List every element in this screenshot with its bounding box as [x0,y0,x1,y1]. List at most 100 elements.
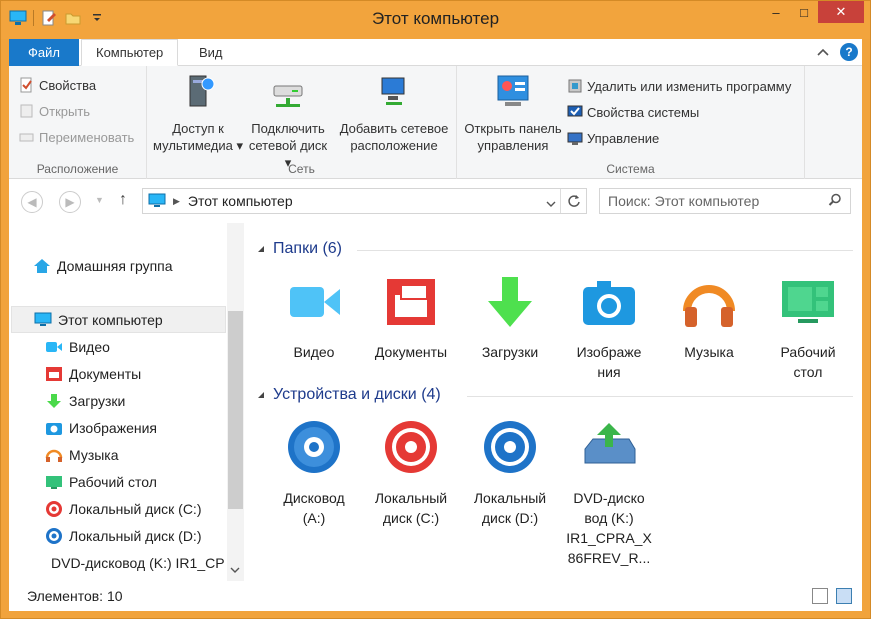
breadcrumb-separator-icon[interactable]: ▶ [173,196,180,207]
group-label: Система [606,162,655,176]
nav-item-video[interactable]: Видео [45,333,225,360]
programs-icon [568,79,582,93]
nav-item-disk-c[interactable]: Локальный диск (C:) [45,495,225,522]
system-properties-button[interactable]: Свойства системы [567,99,791,125]
nav-item-dvd[interactable]: DVD-дисковод (K:) IR1_CPRA_X86FREV_RU-RU… [45,549,225,576]
group-label: Расположение [36,162,119,176]
group-location: Свойства Открыть Переименовать Расположе… [9,66,147,179]
search-icon[interactable] [828,193,842,210]
folder-downloads[interactable]: Загрузки [465,273,555,362]
nav-item-disk-d[interactable]: Локальный диск (D:) [45,522,225,549]
device-floppy-a[interactable]: Дисковод (A:) [269,419,359,528]
nav-homegroup[interactable]: Домашняя группа [33,252,223,279]
devices-section-header[interactable]: Устройства и диски (4) [257,386,441,404]
downloads-folder-icon [488,277,532,327]
add-network-location-button[interactable]: Добавить сетевое расположение [335,72,453,154]
open-button[interactable]: Открыть [19,98,134,124]
details-view-icon[interactable] [812,588,828,604]
properties-check-icon [20,77,32,93]
close-button[interactable]: ✕ [818,1,864,23]
status-bar: Элементов: 10 [9,581,862,611]
group-label: Сеть [288,162,315,176]
scrollbar-thumb[interactable] [228,311,243,509]
control-panel-button[interactable]: Открыть панель управления [463,72,563,154]
open-icon [20,104,33,118]
scroll-down-icon[interactable] [230,562,240,577]
nav-item-downloads[interactable]: Загрузки [45,387,225,414]
folder-video[interactable]: Видео [269,273,359,362]
maximize-button[interactable]: □ [790,1,818,23]
breadcrumb-this-pc[interactable]: Этот компьютер [188,193,293,209]
rename-button[interactable]: Переименовать [19,124,134,150]
media-server-icon [189,75,215,107]
collapse-icon [258,246,264,252]
video-folder-icon [290,287,340,317]
nav-item-desktop[interactable]: Рабочий стол [45,468,225,495]
up-arrow-icon[interactable]: ↑ [119,191,127,209]
minimize-button[interactable]: – [762,1,790,23]
content-pane: Папки (6) Видео Документы Загрузки Изобр… [245,223,862,581]
device-disk-d[interactable]: Локальный диск (D:) [465,419,555,528]
tab-file[interactable]: Файл [9,39,79,66]
search-input[interactable]: Поиск: Этот компьютер [599,188,851,214]
title-bar[interactable]: Этот компьютер – □ ✕ [1,1,870,39]
back-button[interactable]: ◀ [21,191,43,213]
rename-icon [19,133,34,142]
homegroup-icon [34,258,50,273]
refresh-icon[interactable] [560,189,586,213]
media-access-button[interactable]: Доступ к мультимедиа ▾ [153,72,243,154]
folder-pictures[interactable]: Изображе ния [564,273,654,382]
control-panel-icon [497,75,529,106]
section-divider [467,396,853,397]
item-count: Элементов: 10 [27,588,123,604]
navigation-pane: Домашняя группа Этот компьютер Видео Док… [9,223,245,581]
map-network-drive-button[interactable]: Подключить сетевой диск ▾ [245,72,331,171]
floppy-drive-icon [288,421,340,473]
device-disk-c[interactable]: Локальный диск (C:) [366,419,456,528]
desktop-icon [46,475,62,489]
properties-button[interactable]: Свойства [19,72,134,98]
recent-dropdown-icon[interactable]: ▼ [95,195,104,205]
music-folder-icon [683,285,735,327]
nav-item-music[interactable]: Музыка [45,441,225,468]
nav-item-pictures[interactable]: Изображения [45,414,225,441]
local-disk-c-icon [385,421,437,473]
tab-computer[interactable]: Компьютер [81,39,179,66]
pictures-folder-icon [583,281,635,325]
window-title: Этот компьютер [371,9,500,28]
ribbon-tabs: Файл Компьютер Вид ? [9,39,862,66]
desktop-folder-icon [782,281,834,323]
folders-section-header[interactable]: Папки (6) [257,240,342,258]
group-network: Доступ к мультимедиа ▾ Подключить сетево… [147,66,457,179]
ribbon: Свойства Открыть Переименовать Расположе… [9,66,862,179]
documents-icon [46,366,62,381]
nav-scrollbar[interactable] [227,223,244,581]
tab-view[interactable]: Вид [185,39,237,66]
nav-this-pc[interactable]: Этот компьютер [11,306,226,333]
computer-icon [148,193,166,207]
collapse-icon [258,392,264,398]
forward-button[interactable]: ▶ [59,191,81,213]
view-buttons [812,588,852,604]
folder-music[interactable]: Музыка [664,273,754,362]
folder-desktop[interactable]: Рабочий стол [763,273,853,382]
large-icons-view-icon[interactable] [836,588,852,604]
uninstall-program-button[interactable]: Удалить или изменить программу [567,73,791,99]
downloads-icon [47,393,61,408]
dvd-drive-icon [584,423,636,464]
collapse-ribbon-icon[interactable] [816,45,830,60]
address-box[interactable]: ▶ Этот компьютер [142,188,587,214]
device-dvd-k[interactable]: DVD-диско вод (K:) IR1_CPRA_X 86FREV_R..… [564,419,654,568]
window-controls: – □ ✕ [762,1,864,23]
computer-icon [34,312,52,326]
help-button[interactable]: ? [840,43,858,61]
section-divider [357,250,853,251]
disk-c-icon [46,500,62,517]
address-bar-row: ◀ ▶ ▼ ↑ ▶ Этот компьютер Поиск: Этот ком… [9,179,862,223]
network-location-icon [381,77,405,105]
manage-button[interactable]: Управление [567,125,791,151]
system-properties-icon [567,105,583,117]
address-dropdown-icon[interactable] [546,195,556,211]
folder-documents[interactable]: Документы [366,273,456,362]
nav-item-documents[interactable]: Документы [45,360,225,387]
